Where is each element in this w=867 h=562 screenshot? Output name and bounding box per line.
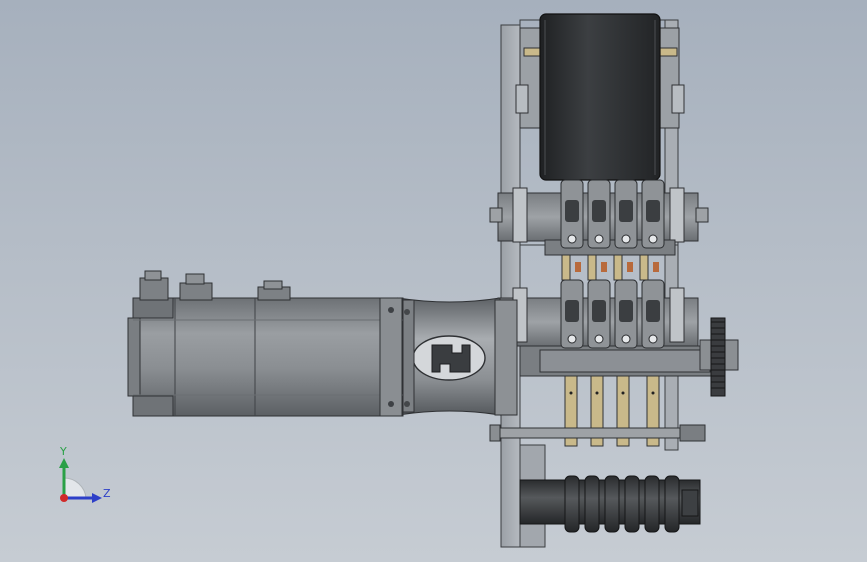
wire-links bbox=[561, 254, 659, 281]
spur-gear[interactable] bbox=[699, 317, 739, 397]
servo-motor[interactable] bbox=[127, 297, 404, 417]
ribbed-roller[interactable] bbox=[519, 475, 701, 533]
wire-clamp-block-lower[interactable] bbox=[489, 279, 717, 377]
cad-viewport[interactable]: Y Z bbox=[0, 0, 867, 562]
origin-dot bbox=[60, 494, 68, 502]
wire-clamp-block-upper[interactable] bbox=[489, 179, 709, 256]
z-axis-label: Z bbox=[103, 487, 111, 500]
motor-connectors bbox=[139, 270, 291, 301]
orientation-triad: Y Z bbox=[59, 445, 111, 503]
shaft-coupling[interactable] bbox=[397, 297, 518, 416]
drive-roller-top[interactable] bbox=[515, 13, 685, 181]
y-axis-label: Y bbox=[59, 445, 67, 458]
